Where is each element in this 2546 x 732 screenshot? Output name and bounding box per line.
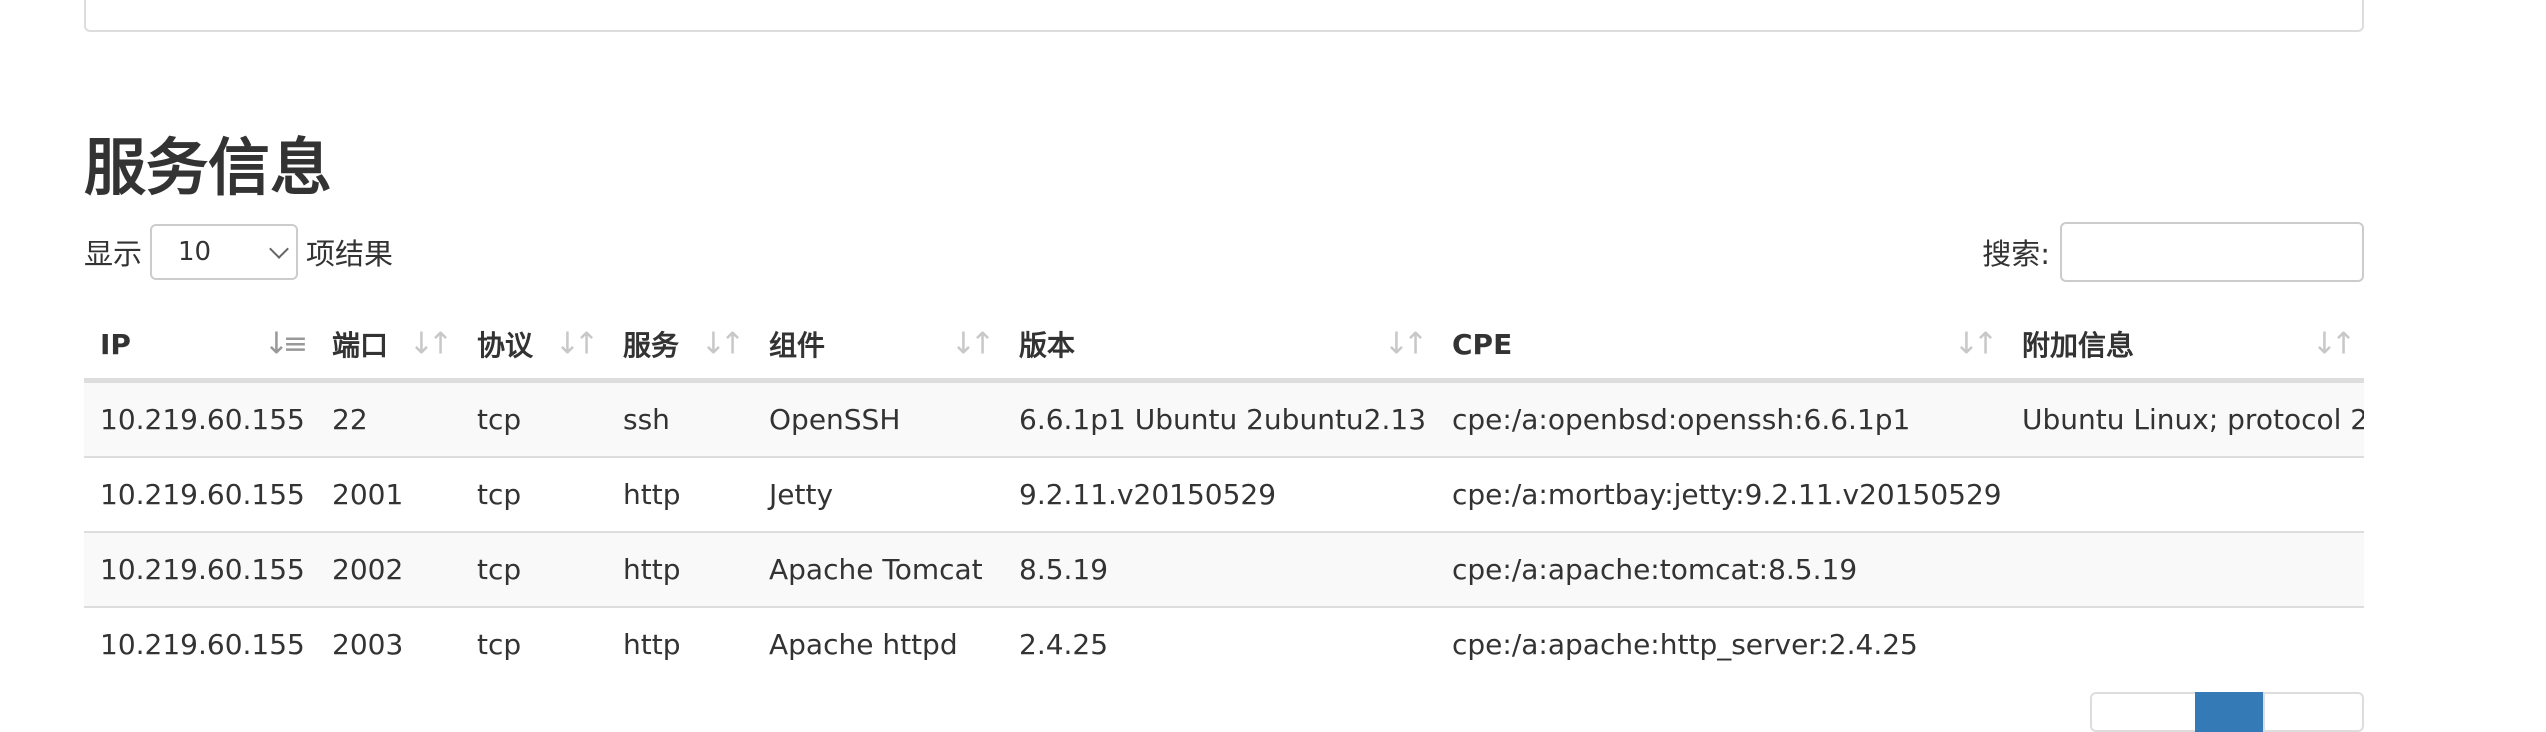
table-row: 10.219.60.155 22 tcp ssh OpenSSH 6.6.1p1…: [84, 379, 2364, 457]
table-row: 10.219.60.155 2003 tcp http Apache httpd…: [84, 606, 2364, 681]
pagination-current-page[interactable]: [2195, 692, 2265, 732]
pagination-previous-button[interactable]: [2090, 692, 2197, 732]
page-length-select[interactable]: 10: [150, 224, 299, 280]
page-length-control: 显示 10 项结果: [84, 222, 393, 282]
table-row: 10.219.60.155 2001 tcp http Jetty 9.2.11…: [84, 456, 2364, 532]
cell-protocol: tcp: [461, 606, 607, 681]
cell-extra-info: [2006, 606, 2364, 681]
previous-section-panel: [84, 0, 2364, 32]
column-header-service[interactable]: 服务 ↓↑: [607, 310, 753, 383]
length-prefix-label: 显示: [84, 237, 143, 271]
cell-protocol: tcp: [461, 456, 607, 532]
column-header-cpe[interactable]: CPE ↓↑: [1436, 310, 2006, 383]
cell-component: Apache Tomcat: [753, 531, 1003, 607]
section-title: 服务信息: [84, 131, 333, 204]
page-length-value: 10: [178, 237, 212, 267]
cell-component: Apache httpd: [753, 606, 1003, 681]
search-input[interactable]: [2060, 222, 2364, 282]
sort-both-icon: ↓↑: [700, 326, 745, 362]
cell-version: 2.4.25: [1003, 606, 1436, 681]
sort-ascending-icon: ↓≡: [263, 326, 308, 362]
cell-version: 6.6.1p1 Ubuntu 2ubuntu2.13: [1003, 379, 1436, 457]
cell-version: 9.2.11.v20150529: [1003, 456, 1436, 532]
cell-ip: 10.219.60.155: [84, 531, 316, 607]
cell-cpe: cpe:/a:openbsd:openssh:6.6.1p1: [1436, 379, 2006, 457]
cell-service: ssh: [607, 379, 753, 457]
sort-both-icon: ↓↑: [408, 326, 453, 362]
column-header-port[interactable]: 端口 ↓↑: [316, 310, 461, 383]
cell-port: 2001: [316, 456, 461, 532]
cell-service: http: [607, 531, 753, 607]
cell-cpe: cpe:/a:mortbay:jetty:9.2.11.v20150529: [1436, 456, 2006, 532]
column-header-ip[interactable]: IP ↓≡: [84, 310, 316, 383]
cell-ip: 10.219.60.155: [84, 379, 316, 457]
cell-port: 22: [316, 379, 461, 457]
length-suffix-label: 项结果: [306, 237, 394, 271]
sort-both-icon: ↓↑: [1953, 326, 1998, 362]
table-header-row: IP ↓≡ 端口 ↓↑ 协议 ↓↑ 服务 ↓↑ 组件 ↓↑ 版本 ↓↑ CPE ↓↑ 附加信息…: [84, 310, 2364, 383]
cell-protocol: tcp: [461, 531, 607, 607]
cell-protocol: tcp: [461, 379, 607, 457]
cell-port: 2003: [316, 606, 461, 681]
column-header-extra-info[interactable]: 附加信息 ↓↑: [2006, 310, 2364, 383]
cell-service: http: [607, 606, 753, 681]
cell-component: OpenSSH: [753, 379, 1003, 457]
column-header-component[interactable]: 组件 ↓↑: [753, 310, 1003, 383]
table-row: 10.219.60.155 2002 tcp http Apache Tomca…: [84, 531, 2364, 607]
cell-service: http: [607, 456, 753, 532]
cell-version: 8.5.19: [1003, 531, 1436, 607]
sort-both-icon: ↓↑: [1383, 326, 1428, 362]
cell-extra-info: [2006, 456, 2364, 532]
services-table: IP ↓≡ 端口 ↓↑ 协议 ↓↑ 服务 ↓↑ 组件 ↓↑ 版本 ↓↑ CPE ↓↑ 附加信息…: [84, 310, 2364, 681]
cell-cpe: cpe:/a:apache:http_server:2.4.25: [1436, 606, 2006, 681]
sort-both-icon: ↓↑: [554, 326, 599, 362]
column-header-version[interactable]: 版本 ↓↑: [1003, 310, 1436, 383]
cell-ip: 10.219.60.155: [84, 606, 316, 681]
sort-both-icon: ↓↑: [950, 326, 995, 362]
cell-extra-info: Ubuntu Linux; protocol 2.0: [2006, 379, 2364, 457]
pagination-next-button[interactable]: [2263, 692, 2364, 732]
sort-both-icon: ↓↑: [2311, 326, 2356, 362]
cell-extra-info: [2006, 531, 2364, 607]
cell-component: Jetty: [753, 456, 1003, 532]
column-header-protocol[interactable]: 协议 ↓↑: [461, 310, 607, 383]
chevron-down-icon: [269, 239, 289, 259]
cell-cpe: cpe:/a:apache:tomcat:8.5.19: [1436, 531, 2006, 607]
search-label: 搜索:: [1982, 237, 2050, 271]
cell-ip: 10.219.60.155: [84, 456, 316, 532]
cell-port: 2002: [316, 531, 461, 607]
search-control: 搜索:: [1982, 222, 2364, 282]
